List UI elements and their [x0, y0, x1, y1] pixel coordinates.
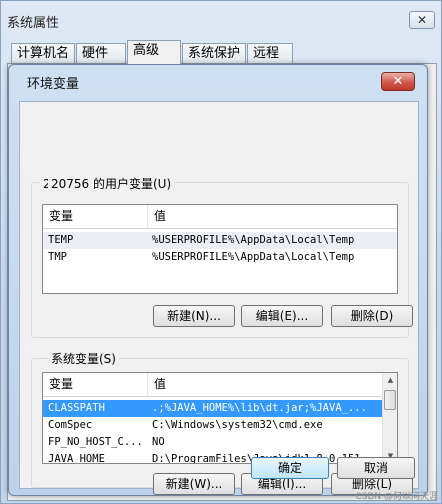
column-header-value[interactable]: 值 — [147, 205, 397, 229]
environment-variables-dialog: 环境变量 ✕ 20756 的用户变量(U) 20756 的用户变量(U) 变量 … — [8, 64, 428, 496]
variable-value: NO — [152, 436, 165, 448]
table-row[interactable]: ComSpec C:\Windows\system32\cmd.exe — [43, 417, 384, 434]
dialog-title: 环境变量 — [27, 77, 80, 92]
tab-remote[interactable]: 远程 — [247, 43, 293, 64]
list-header: 变量 值 — [43, 373, 384, 397]
window-title: 系统属性 — [7, 16, 60, 31]
user-variables-list[interactable]: 变量 值 TEMP %USERPROFILE%\AppData\Local\Te… — [42, 204, 398, 294]
tab-system-protection[interactable]: 系统保护 — [182, 43, 246, 64]
variable-name: TEMP — [48, 234, 74, 246]
user-edit-button[interactable]: 编辑(E)... — [241, 305, 323, 327]
system-new-button[interactable]: 新建(W)... — [153, 473, 235, 495]
system-variables-legend: 系统变量(S) — [48, 350, 119, 367]
tab-hardware[interactable]: 硬件 — [76, 43, 126, 64]
dialog-client: 20756 的用户变量(U) 20756 的用户变量(U) 变量 值 TEMP … — [19, 101, 419, 495]
close-icon[interactable]: ✕ — [381, 72, 415, 91]
variable-value: .;%JAVA_HOME%\lib\dt.jar;%JAVA_... — [152, 402, 367, 414]
variable-name: ComSpec — [48, 419, 93, 431]
list-header: 变量 值 — [43, 205, 397, 229]
table-row[interactable]: CLASSPATH .;%JAVA_HOME%\lib\dt.jar;%JAVA… — [43, 400, 384, 417]
column-header-variable[interactable]: 变量 — [43, 205, 147, 229]
tab-advanced[interactable]: 高级 — [127, 40, 181, 64]
scroll-up-icon[interactable]: ▲ — [383, 373, 397, 387]
tab-computer-name[interactable]: 计算机名 — [11, 43, 75, 64]
column-header-value[interactable]: 值 — [147, 373, 384, 397]
column-header-variable[interactable]: 变量 — [43, 373, 147, 397]
ok-button[interactable]: 确定 — [251, 457, 329, 479]
table-row[interactable]: TEMP %USERPROFILE%\AppData\Local\Temp — [43, 232, 397, 249]
close-icon[interactable]: ✕ — [409, 11, 435, 29]
variable-value: %USERPROFILE%\AppData\Local\Temp — [152, 251, 355, 263]
cancel-button[interactable]: 取消 — [337, 457, 415, 479]
table-row[interactable]: JAVA_HOME D:\ProgramFiles\Java\jdk1.8.0_… — [43, 451, 384, 464]
variable-name: CLASSPATH — [48, 402, 105, 414]
variable-name: FP_NO_HOST_C... — [48, 436, 143, 448]
vertical-scrollbar[interactable]: ▲ ▼ — [382, 373, 397, 463]
scrollbar-thumb[interactable] — [384, 390, 396, 410]
table-row[interactable]: FP_NO_HOST_C... NO — [43, 434, 384, 451]
user-delete-button[interactable]: 删除(D) — [331, 305, 413, 327]
variable-value: %USERPROFILE%\AppData\Local\Temp — [152, 234, 355, 246]
user-variables-legend: 20756 的用户变量(U) — [48, 175, 175, 192]
user-new-button[interactable]: 新建(N)... — [153, 305, 235, 327]
variable-value: C:\Windows\system32\cmd.exe — [152, 419, 323, 431]
table-row[interactable]: TMP %USERPROFILE%\AppData\Local\Temp — [43, 249, 397, 266]
variable-name: TMP — [48, 251, 67, 263]
watermark: CSDN @何以问天涯 — [355, 492, 438, 502]
system-variables-list[interactable]: 变量 值 CLASSPATH .;%JAVA_HOME%\lib\dt.jar;… — [42, 372, 398, 464]
variable-name: JAVA_HOME — [48, 453, 105, 464]
